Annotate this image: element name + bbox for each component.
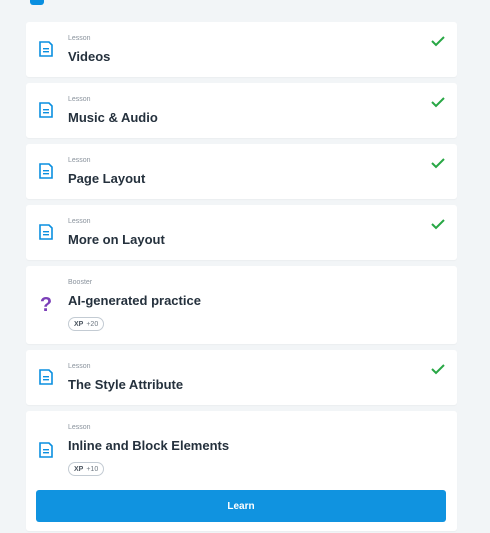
course-page: Lesson Videos Lesson Music & Audio Lesso… <box>0 0 490 533</box>
item-title: AI-generated practice <box>68 293 201 308</box>
item-type: Lesson <box>68 157 91 164</box>
booster-item-ai-practice[interactable]: ? Booster AI-generated practice XP +20 <box>26 266 457 344</box>
lesson-item-page-layout[interactable]: Lesson Page Layout <box>26 144 457 199</box>
xp-label: XP <box>74 465 84 473</box>
checkmark-icon <box>431 97 445 108</box>
item-title: Videos <box>68 49 111 64</box>
xp-label: XP <box>74 320 84 328</box>
previous-item-partial <box>30 0 44 6</box>
item-type: Lesson <box>68 363 91 370</box>
lesson-item-inline-block: Lesson Inline and Block Elements XP +10 … <box>26 411 457 531</box>
lesson-document-icon <box>39 369 53 385</box>
checkmark-icon <box>431 364 445 375</box>
question-mark-icon: ? <box>39 294 53 316</box>
lesson-item-style-attribute[interactable]: Lesson The Style Attribute <box>26 350 457 405</box>
lesson-document-icon <box>39 224 53 240</box>
lesson-document-icon <box>39 163 53 179</box>
item-title: Page Layout <box>68 171 146 186</box>
item-title: The Style Attribute <box>68 377 184 392</box>
checkmark-icon <box>431 158 445 169</box>
lesson-item-music-audio[interactable]: Lesson Music & Audio <box>26 83 457 138</box>
item-type: Lesson <box>68 96 91 103</box>
item-title: Music & Audio <box>68 110 158 125</box>
lesson-document-icon <box>39 41 53 57</box>
xp-value: +10 <box>86 465 99 473</box>
item-type: Lesson <box>68 218 91 225</box>
checkmark-icon <box>431 219 445 230</box>
lesson-document-icon <box>39 442 53 458</box>
xp-badge: XP +10 <box>68 462 105 476</box>
lesson-document-icon <box>39 102 53 118</box>
xp-value: +20 <box>86 320 99 328</box>
item-title: Inline and Block Elements <box>68 438 230 453</box>
item-type: Lesson <box>68 424 91 431</box>
item-type: Lesson <box>68 35 91 42</box>
xp-badge: XP +20 <box>68 317 105 331</box>
lesson-item-more-on-layout[interactable]: Lesson More on Layout <box>26 205 457 260</box>
checkbox-icon <box>30 0 44 5</box>
checkmark-icon <box>431 36 445 47</box>
lesson-list: Lesson Videos Lesson Music & Audio Lesso… <box>26 22 457 533</box>
item-title: More on Layout <box>68 232 165 247</box>
learn-button[interactable]: Learn <box>36 490 446 522</box>
lesson-item-videos[interactable]: Lesson Videos <box>26 22 457 77</box>
item-type: Booster <box>68 279 93 286</box>
